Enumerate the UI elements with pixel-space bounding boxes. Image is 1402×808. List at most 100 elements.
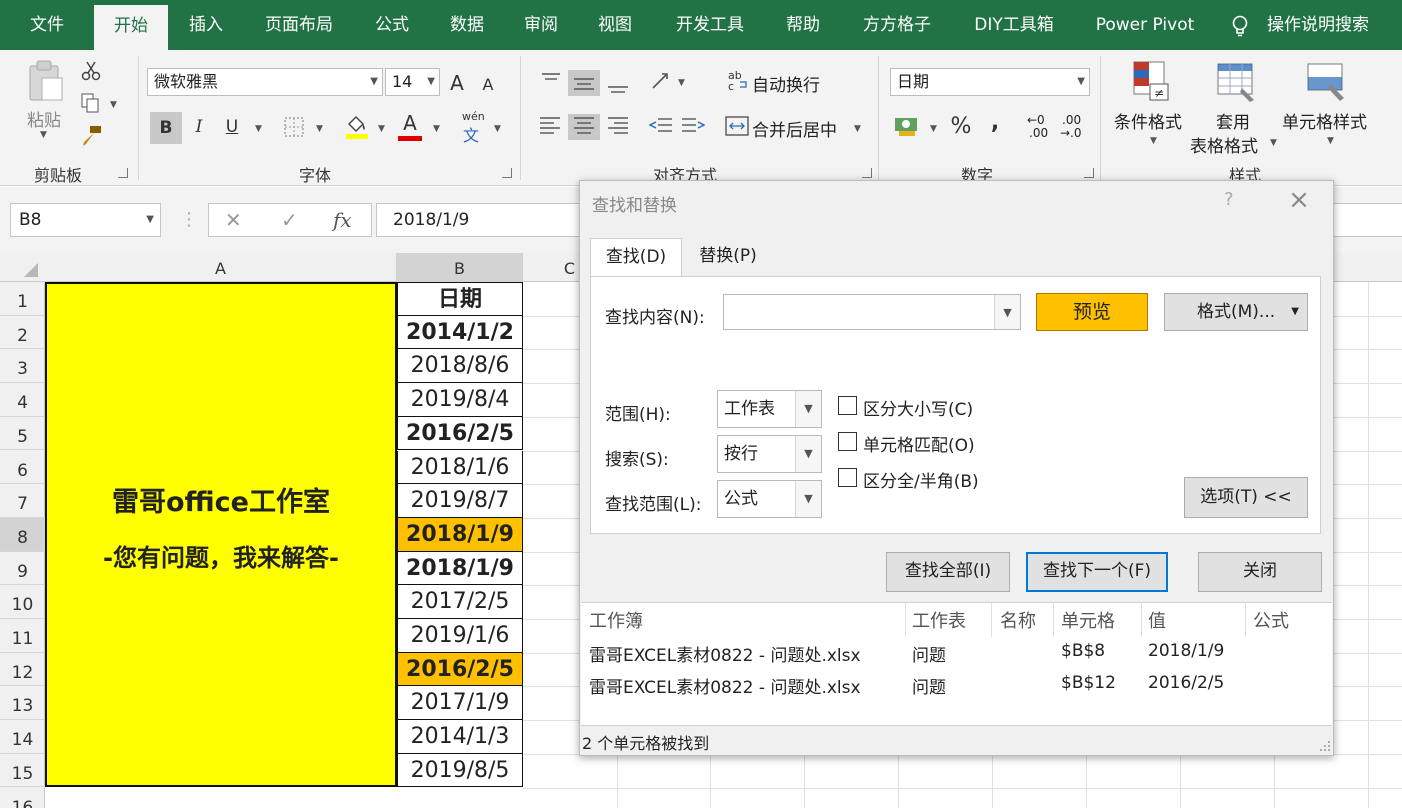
cell-styles-icon[interactable]: [1304, 58, 1350, 104]
tab-developer[interactable]: 开发工具: [662, 0, 758, 50]
increase-decimal-top[interactable]: ←0: [1027, 113, 1045, 127]
preview-button[interactable]: 预览: [1036, 293, 1148, 331]
copy-icon[interactable]: [80, 92, 102, 114]
match-entire-cell-checkbox[interactable]: [838, 432, 857, 451]
tab-insert[interactable]: 插入: [176, 0, 236, 50]
cell-b15[interactable]: 2019/8/5: [397, 753, 523, 788]
column-header-a[interactable]: A: [45, 253, 397, 282]
cancel-icon[interactable]: ✕: [225, 208, 242, 232]
alignment-launcher[interactable]: [862, 168, 872, 178]
cell-b2[interactable]: 2014/1/2: [397, 315, 523, 350]
font-launcher[interactable]: [502, 168, 512, 178]
orientation-dropdown-arrow[interactable]: ▼: [678, 78, 685, 88]
within-select[interactable]: 工作表 ▼: [717, 390, 822, 428]
column-divider[interactable]: [905, 603, 906, 637]
format-painter-icon[interactable]: [80, 124, 104, 148]
wrap-text-button[interactable]: 自动换行: [752, 71, 820, 96]
tab-find[interactable]: 查找(D): [590, 238, 682, 277]
results-col-sheet[interactable]: 工作表: [912, 607, 966, 633]
row-header-12[interactable]: 12: [0, 653, 45, 687]
shrink-font-button[interactable]: A: [475, 72, 501, 98]
row-header-8[interactable]: 8: [0, 517, 45, 552]
column-divider[interactable]: [1053, 603, 1054, 637]
comma-button[interactable]: ,: [982, 110, 1008, 136]
tab-formulas[interactable]: 公式: [364, 0, 420, 50]
border-icon[interactable]: [283, 116, 305, 138]
row-header-14[interactable]: 14: [0, 720, 45, 754]
vertical-align-icons[interactable]: [538, 70, 634, 96]
options-button[interactable]: 选项(T) <<: [1184, 477, 1308, 518]
format-as-table-top[interactable]: 套用: [1216, 108, 1250, 133]
results-list[interactable]: 工作簿 工作表 名称 单元格 值 公式 雷哥EXCEL素材0822 - 问题处.…: [581, 602, 1332, 726]
indent-icons[interactable]: [648, 114, 708, 140]
results-col-value[interactable]: 值: [1148, 607, 1166, 633]
phonetic-bottom[interactable]: 文: [463, 122, 479, 146]
phonetic-dropdown-arrow[interactable]: ▼: [494, 124, 501, 134]
underline-button[interactable]: U: [219, 114, 245, 140]
row-header-9[interactable]: 9: [0, 552, 45, 586]
name-box[interactable]: B8 ▼: [10, 203, 161, 237]
row-header-16[interactable]: 16: [0, 788, 45, 808]
conditional-dropdown-arrow[interactable]: ▼: [1150, 136, 1157, 146]
horizontal-align-icons[interactable]: [538, 114, 634, 140]
format-as-table-icon[interactable]: [1214, 58, 1260, 104]
decrease-decimal-bottom[interactable]: →.0: [1060, 126, 1082, 140]
bold-button[interactable]: B: [150, 112, 182, 144]
row-header-10[interactable]: 10: [0, 585, 45, 619]
number-launcher[interactable]: [1084, 168, 1094, 178]
tab-file[interactable]: 文件: [14, 0, 80, 50]
tab-page-layout[interactable]: 页面布局: [252, 0, 346, 50]
tab-help[interactable]: 帮助: [774, 0, 832, 50]
accounting-format-icon[interactable]: [893, 114, 921, 138]
row-header-1[interactable]: 1: [0, 282, 45, 316]
decrease-decimal-top[interactable]: .00: [1062, 113, 1081, 127]
tell-me-search[interactable]: 操作说明搜索: [1258, 0, 1378, 50]
match-byte-label[interactable]: 区分全/半角(B): [863, 467, 979, 492]
tab-replace[interactable]: 替换(P): [684, 238, 772, 275]
cell-b9[interactable]: 2018/1/9: [397, 551, 523, 586]
column-header-b[interactable]: B: [397, 253, 523, 282]
close-button[interactable]: 关闭: [1198, 552, 1322, 592]
tab-fangfang[interactable]: 方方格子: [850, 0, 944, 50]
table-dropdown-arrow[interactable]: ▼: [1270, 138, 1277, 148]
paste-icon[interactable]: [26, 58, 66, 104]
insert-function-button[interactable]: fx: [333, 208, 352, 232]
copy-dropdown-arrow[interactable]: ▼: [110, 100, 117, 110]
chevron-down-icon[interactable]: ▼: [994, 295, 1020, 329]
results-col-cell[interactable]: 单元格: [1061, 607, 1115, 633]
match-byte-checkbox[interactable]: [838, 468, 857, 487]
close-icon[interactable]: ×: [1286, 185, 1312, 215]
orientation-icon[interactable]: [650, 70, 672, 92]
cell-b1[interactable]: 日期: [397, 282, 523, 316]
conditional-formatting-icon[interactable]: ≠: [1130, 58, 1172, 104]
row-header-4[interactable]: 4: [0, 383, 45, 417]
cell-b8[interactable]: 2018/1/9: [397, 517, 523, 552]
font-color-dropdown-arrow[interactable]: ▼: [433, 124, 440, 134]
cell-b5[interactable]: 2016/2/5: [397, 416, 523, 451]
help-icon[interactable]: ?: [1224, 189, 1234, 210]
formula-bar-grip[interactable]: ⋮: [180, 209, 198, 230]
cell-b14[interactable]: 2014/1/3: [397, 720, 523, 754]
tab-diy-toolbox[interactable]: DIY工具箱: [962, 0, 1066, 50]
cell-b7[interactable]: 2019/8/7: [397, 484, 523, 518]
paste-dropdown-arrow[interactable]: ▼: [40, 130, 47, 140]
results-col-formula[interactable]: 公式: [1253, 607, 1289, 633]
column-divider[interactable]: [1141, 603, 1142, 637]
enter-check-icon[interactable]: ✓: [281, 208, 298, 232]
find-all-button[interactable]: 查找全部(I): [886, 552, 1010, 592]
increase-decimal-bottom[interactable]: .00: [1029, 126, 1048, 140]
resize-grip-icon[interactable]: [1318, 739, 1332, 753]
look-in-select[interactable]: 公式 ▼: [717, 480, 822, 518]
select-all-icon[interactable]: [20, 261, 40, 279]
cell-b13[interactable]: 2017/1/9: [397, 686, 523, 721]
merge-center-button[interactable]: 合并后居中: [752, 116, 837, 141]
cell-b6[interactable]: 2018/1/6: [397, 450, 523, 485]
merged-cell-a1-a15[interactable]: 雷哥office工作室 -您有问题，我来解答-: [45, 282, 397, 787]
paste-button[interactable]: 粘贴: [27, 106, 61, 131]
results-col-workbook[interactable]: 工作簿: [589, 607, 643, 633]
column-divider[interactable]: [1245, 603, 1246, 637]
tab-data[interactable]: 数据: [438, 0, 496, 50]
cell-b12[interactable]: 2016/2/5: [397, 652, 523, 687]
cell-b3[interactable]: 2018/8/6: [397, 349, 523, 384]
format-as-table-bottom[interactable]: 表格格式: [1190, 132, 1258, 157]
